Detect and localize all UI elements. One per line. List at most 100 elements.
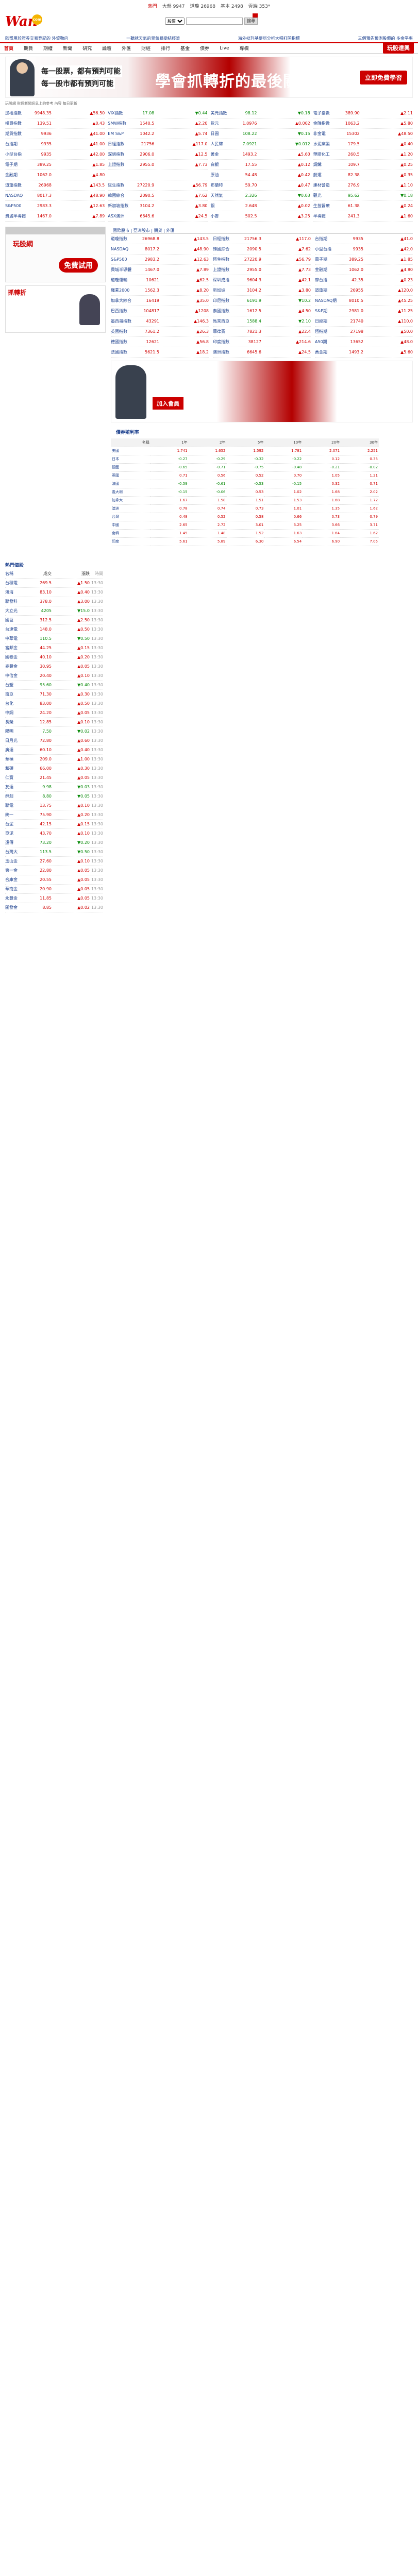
stock-name[interactable]: 國巨 bbox=[5, 617, 32, 623]
stock-row[interactable]: 日月光 72.80 ▲0.60 13:30 bbox=[5, 736, 103, 745]
bond-country[interactable]: 法國 bbox=[111, 480, 151, 488]
quote-name[interactable]: 印度指數 bbox=[213, 339, 241, 345]
quote-name[interactable]: 上證指數 bbox=[213, 267, 241, 273]
quote-name[interactable]: 半導體 bbox=[313, 213, 337, 219]
stock-row[interactable]: 兆豐金 30.95 ▲0.05 13:30 bbox=[5, 662, 103, 671]
quote-row[interactable]: SMW指數 1540.5 ▲2.20 bbox=[108, 118, 208, 129]
quote-name[interactable]: 白銀 bbox=[211, 162, 235, 167]
stock-row[interactable]: 永豐金 11.85 ▲0.05 13:30 bbox=[5, 894, 103, 903]
quote-name[interactable]: EM S&P bbox=[108, 131, 131, 136]
quote-name[interactable]: 馬來西亞 bbox=[213, 318, 241, 324]
quote-row[interactable]: 歐元 1.0976 ▲0.002 bbox=[210, 118, 310, 129]
bond-country[interactable]: 印度 bbox=[111, 537, 151, 546]
quote-row[interactable]: 台指期 9935 ▲41.0 bbox=[315, 234, 413, 244]
quote-name[interactable]: 羅素2000 bbox=[111, 287, 139, 293]
stock-name[interactable]: 長榮 bbox=[5, 719, 32, 725]
quote-row[interactable]: 日經指數 21756.3 ▲117.0 bbox=[213, 234, 311, 244]
quote-name[interactable]: NASDAQ bbox=[111, 247, 139, 251]
nav-item[interactable]: 外匯 bbox=[122, 45, 131, 52]
quote-row[interactable]: 建材營造 276.9 ▲1.10 bbox=[313, 180, 413, 191]
stock-row[interactable]: 大立光 4205 ▼15.0 13:30 bbox=[5, 606, 103, 616]
quote-row[interactable]: A50期 13652 ▲48.0 bbox=[315, 337, 413, 347]
ad-button[interactable]: 免費試用 bbox=[59, 258, 98, 273]
quote-name[interactable]: 日經期 bbox=[315, 318, 343, 324]
search-input[interactable] bbox=[186, 18, 243, 25]
quote-row[interactable]: 金融期 1062.0 ▲4.80 bbox=[315, 265, 413, 275]
quote-name[interactable]: SMW指數 bbox=[108, 121, 131, 126]
quote-row[interactable]: S&P期 2981.0 ▲11.25 bbox=[315, 306, 413, 316]
side-ad-2[interactable]: 抓轉折 bbox=[5, 285, 106, 333]
quote-name[interactable]: 電子指數 bbox=[313, 110, 337, 116]
bond-row[interactable]: 南韓 1.45 1.48 1.52 1.63 1.64 1.62 bbox=[111, 529, 379, 538]
quote-name[interactable]: 鋼鐵 bbox=[313, 162, 337, 167]
quote-row[interactable]: 馬來西亞 1588.4 ▼2.10 bbox=[213, 316, 311, 327]
bond-country[interactable]: 日本 bbox=[111, 455, 151, 464]
stock-row[interactable]: 台塑 95.60 ▼0.40 13:30 bbox=[5, 681, 103, 690]
stock-row[interactable]: 統一 75.90 ▲0.20 13:30 bbox=[5, 810, 103, 820]
topbar-item[interactable]: 雲端 353* bbox=[248, 3, 271, 9]
nav-item[interactable]: 排行 bbox=[161, 45, 170, 52]
stock-row[interactable]: 中信金 20.40 ▲0.10 13:30 bbox=[5, 671, 103, 681]
quote-row[interactable]: 恆指期 27198 ▲50.0 bbox=[315, 327, 413, 337]
search-button[interactable]: 搜尋 bbox=[244, 18, 258, 25]
quote-name[interactable]: 黃金 bbox=[211, 151, 235, 157]
nav-item[interactable]: 研究 bbox=[82, 45, 92, 52]
quote-name[interactable]: 菲律賓 bbox=[213, 329, 241, 334]
stock-name[interactable]: 中華電 bbox=[5, 636, 32, 641]
bond-row[interactable]: 加拿大 1.67 1.58 1.51 1.53 1.68 1.72 bbox=[111, 496, 379, 505]
quote-name[interactable]: 歐元 bbox=[211, 121, 235, 126]
stock-row[interactable]: 國泰金 40.10 ▲0.20 13:30 bbox=[5, 653, 103, 662]
quote-row[interactable]: 電子期 389.25 ▲1.85 bbox=[315, 255, 413, 265]
quote-row[interactable]: 金融期 1062.0 ▲4.80 bbox=[5, 170, 105, 180]
quote-name[interactable]: 小型台指 bbox=[315, 246, 343, 252]
quote-row[interactable]: 韓國綜合 2090.5 ▲7.62 bbox=[213, 244, 311, 255]
bond-row[interactable]: 日本 -0.27 -0.29 -0.32 -0.22 0.12 0.35 bbox=[111, 455, 379, 464]
quote-name[interactable]: 日圓 bbox=[211, 131, 235, 137]
quote-name[interactable]: 德國指數 bbox=[111, 339, 139, 345]
bond-country[interactable]: 澳洲 bbox=[111, 504, 151, 513]
quote-name[interactable]: 加拿大綜合 bbox=[111, 298, 139, 303]
stock-name[interactable]: 群創 bbox=[5, 793, 32, 799]
quote-row[interactable]: 原油 54.48 ▲0.42 bbox=[210, 170, 310, 180]
bond-row[interactable]: 澳洲 0.78 0.74 0.73 1.01 1.35 1.62 bbox=[111, 504, 379, 513]
quote-row[interactable]: 新加坡指數 3104.2 ▲3.80 bbox=[108, 201, 208, 211]
quote-name[interactable]: 道瓊指數 bbox=[5, 182, 29, 188]
quote-name[interactable]: 塑膠化工 bbox=[313, 151, 337, 157]
stock-row[interactable]: 廣達 60.10 ▲0.40 13:30 bbox=[5, 745, 103, 755]
stock-name[interactable]: 華南金 bbox=[5, 886, 32, 892]
nav-item[interactable]: 論壇 bbox=[102, 45, 111, 52]
quote-name[interactable]: 原油 bbox=[211, 172, 235, 178]
topbar-item[interactable]: 基本 2498 bbox=[221, 3, 243, 9]
quote-name[interactable]: 恆生指數 bbox=[213, 257, 241, 262]
quote-row[interactable]: 期貨指數 9936 ▲41.00 bbox=[5, 129, 105, 139]
quote-row[interactable]: 恆生指數 27220.9 ▲56.79 bbox=[213, 255, 311, 265]
stock-row[interactable]: 台灣大 113.5 ▼0.50 13:30 bbox=[5, 848, 103, 857]
stock-name[interactable]: 開發金 bbox=[5, 905, 32, 910]
quote-name[interactable]: 摩台指 bbox=[315, 277, 343, 283]
stock-row[interactable]: 富邦金 44.25 ▲0.15 13:30 bbox=[5, 643, 103, 653]
quote-row[interactable]: 水泥窯製 179.5 ▲0.40 bbox=[313, 139, 413, 149]
quote-row[interactable]: NASDAQ 8017.2 ▲48.90 bbox=[111, 244, 209, 255]
quote-row[interactable]: NASDAQ 8017.3 ▲48.90 bbox=[5, 191, 105, 201]
quote-row[interactable]: 日經期 21740 ▲110.0 bbox=[315, 316, 413, 327]
quote-row[interactable]: 道瓊期 26955 ▲120.0 bbox=[315, 285, 413, 296]
bond-country[interactable]: 德國 bbox=[111, 463, 151, 472]
stock-name[interactable]: 遠傳 bbox=[5, 840, 32, 845]
quote-name[interactable]: 恆生指數 bbox=[108, 182, 131, 188]
quote-row[interactable]: 生技醫療 61.38 ▲0.24 bbox=[313, 201, 413, 211]
news-link[interactable]: 海外批刊基要所分析大幅打開指標 bbox=[238, 36, 300, 41]
quote-name[interactable]: 泰國指數 bbox=[213, 308, 241, 314]
stock-row[interactable]: 台泥 42.15 ▲0.15 13:30 bbox=[5, 820, 103, 829]
news-link[interactable]: 歐盟用於證券交易登記的 外資動向 bbox=[5, 36, 69, 41]
stock-name[interactable]: 台達電 bbox=[5, 626, 32, 632]
quote-name[interactable]: 日經指數 bbox=[213, 236, 241, 242]
bond-row[interactable]: 德國 -0.65 -0.71 -0.75 -0.48 -0.21 -0.02 bbox=[111, 463, 379, 472]
stock-name[interactable]: 陽明 bbox=[5, 728, 32, 734]
site-logo[interactable]: Wan com bbox=[5, 14, 42, 31]
quote-name[interactable]: 法國指數 bbox=[111, 349, 139, 355]
quote-row[interactable]: 日圓 108.22 ▼0.15 bbox=[210, 129, 310, 139]
side-ad-1[interactable]: 玩股網 免費試用 bbox=[5, 227, 106, 282]
quote-row[interactable]: 印尼指數 6191.9 ▼10.2 bbox=[213, 296, 311, 306]
quote-name[interactable]: 電子期 bbox=[315, 257, 343, 262]
stock-name[interactable]: 玉山金 bbox=[5, 858, 32, 864]
